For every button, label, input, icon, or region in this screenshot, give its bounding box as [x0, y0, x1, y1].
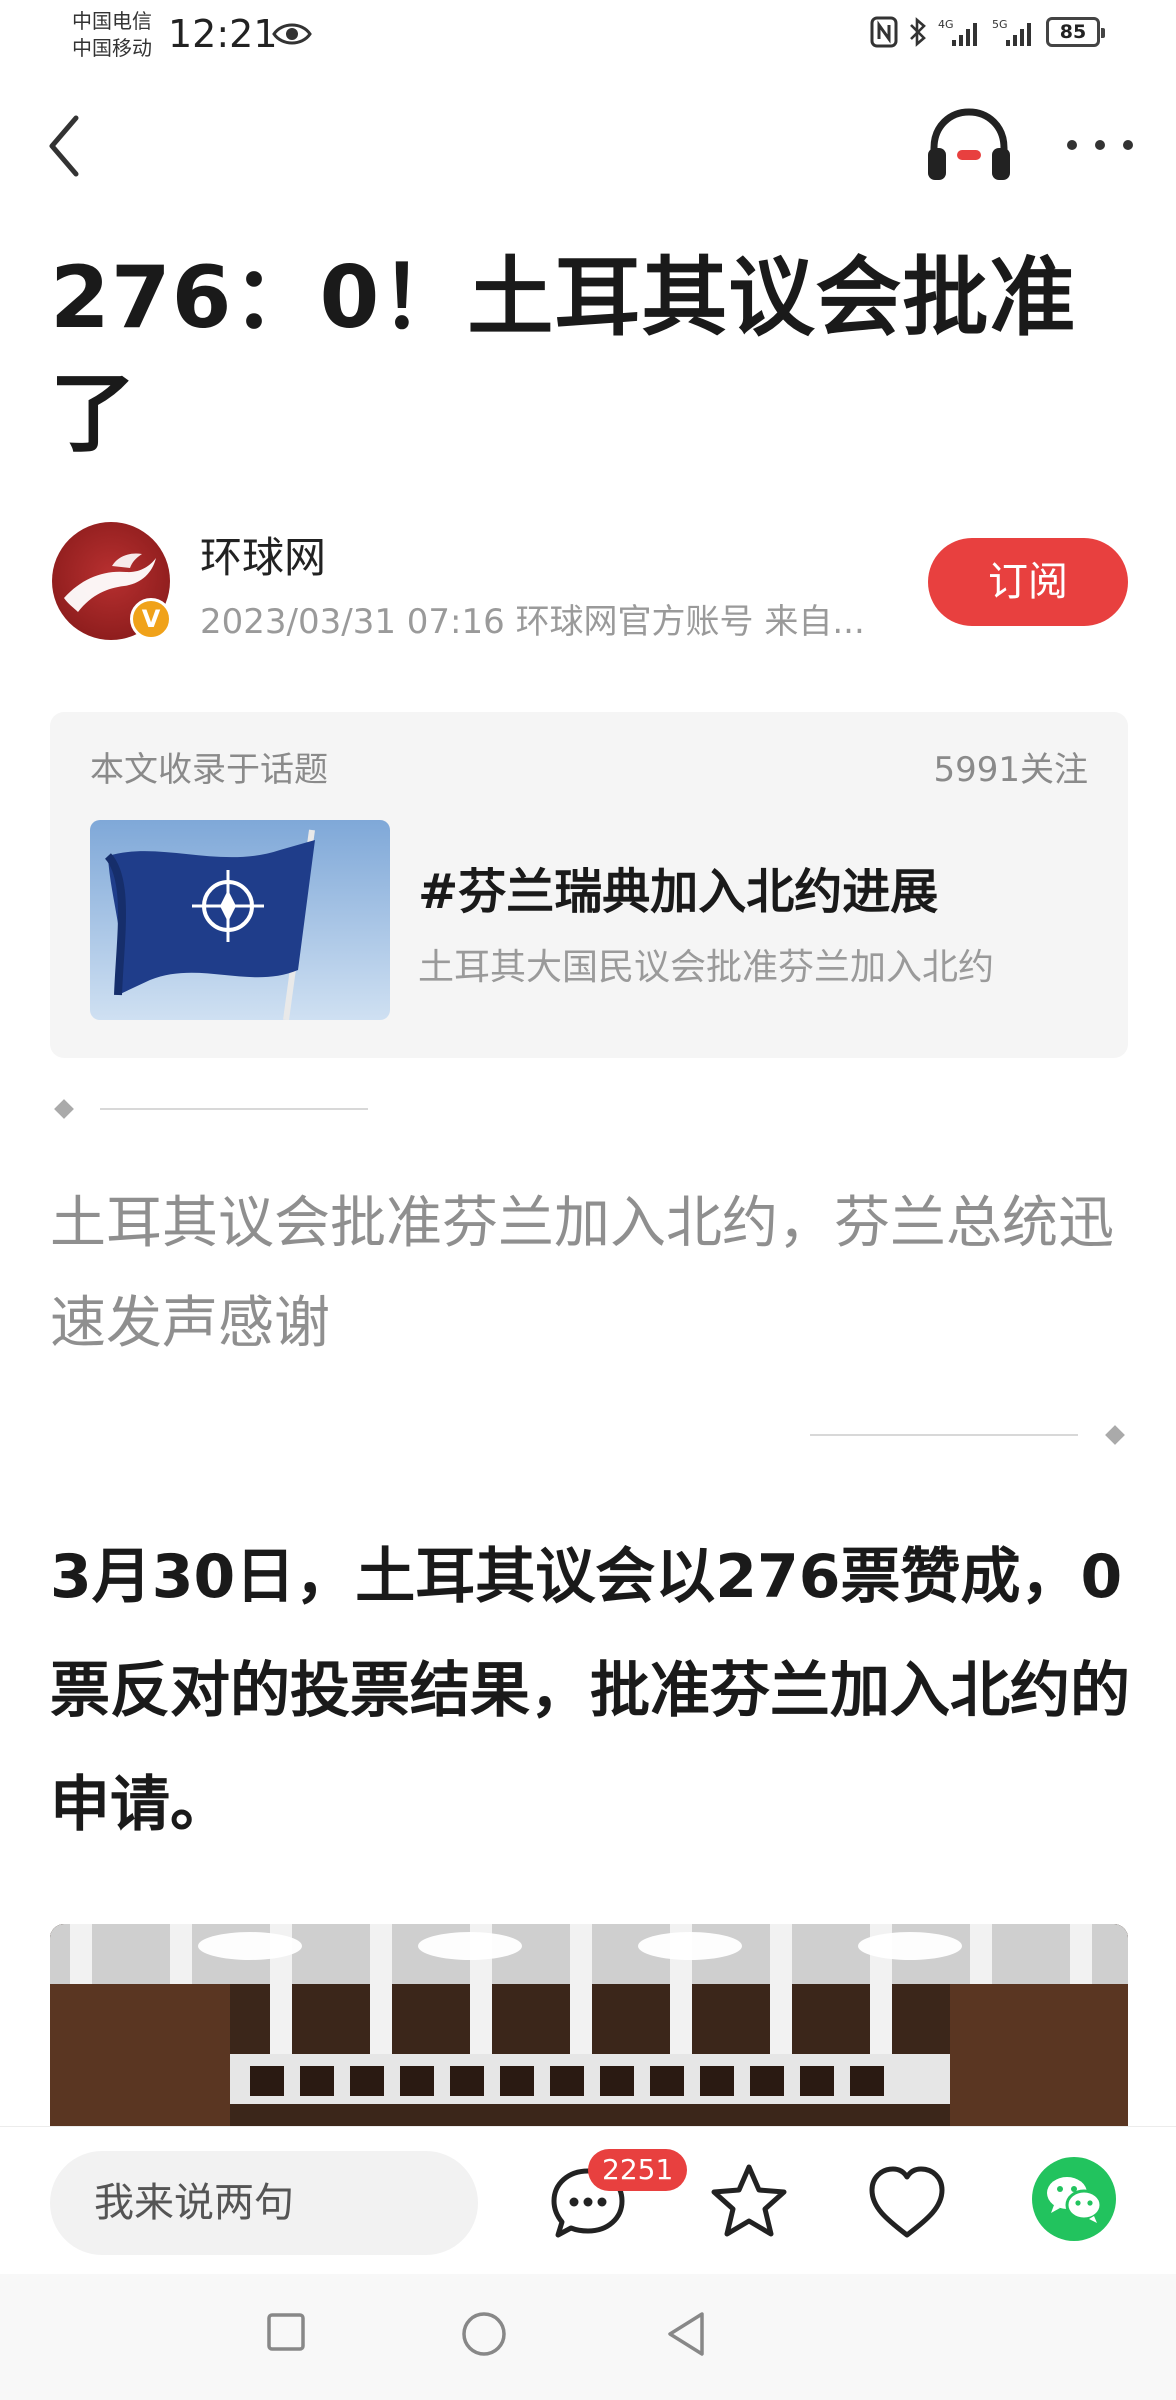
home-icon[interactable]: [460, 2310, 508, 2358]
headphones-icon[interactable]: [924, 104, 1014, 184]
comment-count-badge: 2251: [588, 2149, 688, 2191]
article-title: 276：0！土耳其议会批准了: [50, 248, 1077, 464]
bottom-action-bar: 我来说两句 2251: [0, 2126, 1176, 2274]
separator-line-right: [810, 1434, 1078, 1436]
carrier-1: 中国电信: [72, 9, 152, 33]
heart-icon[interactable]: [866, 2163, 948, 2241]
wechat-share-button[interactable]: [1032, 2157, 1116, 2241]
battery-indicator: 85: [1046, 17, 1105, 47]
separator-line-left: [100, 1108, 368, 1110]
signal-icon-1: 4G: [938, 18, 977, 46]
topic-card[interactable]: 本文收录于话题 5991关注 #芬兰瑞典加入北约进展 土耳其大国民议会批准芬兰加…: [50, 712, 1128, 1058]
more-icon[interactable]: [1060, 120, 1140, 170]
nfc-icon: [870, 16, 898, 48]
verified-badge: V: [130, 598, 172, 640]
network-label-1: 4G: [938, 18, 954, 31]
topic-name: #芬兰瑞典加入北约进展: [418, 864, 939, 920]
star-icon[interactable]: [708, 2161, 790, 2243]
clock: 12:21: [168, 12, 278, 56]
back-icon[interactable]: [40, 108, 90, 184]
topic-label: 本文收录于话题: [90, 750, 328, 790]
system-back-icon[interactable]: [664, 2308, 708, 2360]
wechat-icon: [1047, 2177, 1103, 2223]
carrier-labels: 中国电信 中国移动: [72, 8, 152, 62]
subscribe-button[interactable]: 订阅: [928, 538, 1128, 626]
eye-icon: [272, 23, 312, 45]
article-lead-paragraph: 3月30日，土耳其议会以276票赞成，0票反对的投票结果，批准芬兰加入北约的申请…: [50, 1542, 1130, 1840]
author-meta: 2023/03/31 07:16 环球网官方账号 来自...: [200, 602, 865, 642]
carrier-2: 中国移动: [72, 36, 152, 60]
system-navigation-bar: [0, 2274, 1176, 2400]
article-image[interactable]: [50, 1924, 1128, 2134]
comment-input[interactable]: 我来说两句: [50, 2151, 478, 2255]
separator-diamond-left: [54, 1099, 74, 1119]
status-bar: 中国电信 中国移动 12:21 4G 5G 85: [0, 0, 1176, 72]
parliament-hall-image: [50, 1924, 1128, 2134]
signal-icon-2: 5G: [992, 18, 1031, 46]
network-label-2: 5G: [992, 18, 1008, 31]
topic-description: 土耳其大国民议会批准芬兰加入北约: [418, 947, 995, 988]
author-name[interactable]: 环球网: [200, 524, 326, 585]
system-icons: 4G 5G 85: [870, 16, 1105, 48]
topic-thumbnail: [90, 820, 390, 1020]
topic-followers: 5991关注: [933, 750, 1088, 790]
article-summary: 土耳其议会批准芬兰加入北约，芬兰总统迅速发声感谢: [50, 1191, 1114, 1356]
bluetooth-icon: [910, 17, 926, 47]
separator-diamond-right: [1105, 1425, 1125, 1445]
nato-flag-image: [90, 820, 390, 1020]
recents-icon[interactable]: [266, 2312, 306, 2352]
